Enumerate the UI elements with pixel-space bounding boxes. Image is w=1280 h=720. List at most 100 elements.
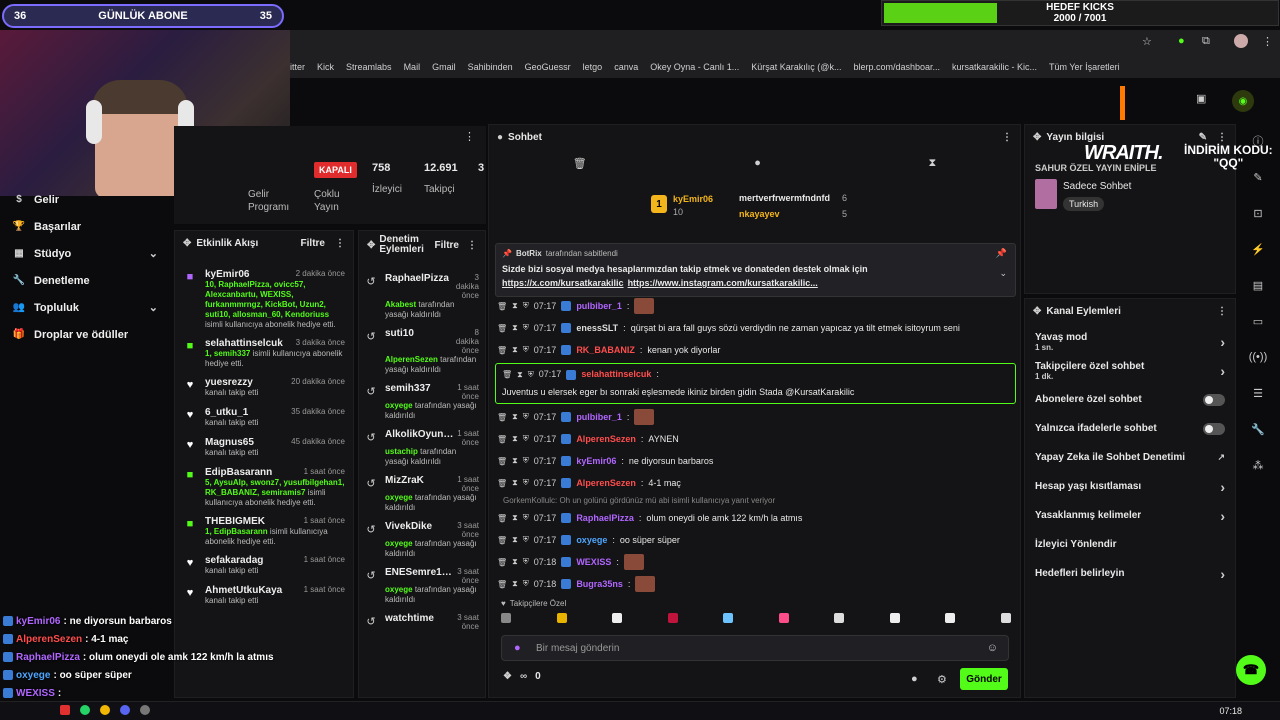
profile-avatar-icon[interactable] bbox=[1234, 34, 1248, 48]
drag-handle-icon[interactable]: ✥ bbox=[1033, 132, 1041, 143]
shield-icon[interactable]: ⛨ bbox=[523, 345, 529, 355]
database-icon[interactable]: ☰ bbox=[1247, 382, 1269, 404]
mod-menu-icon[interactable]: ⋮ bbox=[467, 240, 477, 251]
delete-message-icon[interactable]: 🗑 bbox=[497, 558, 507, 567]
message-username[interactable]: RaphaelPizza bbox=[576, 513, 634, 523]
moderation-user[interactable]: watchtime bbox=[385, 613, 434, 631]
message-username[interactable]: enessSLT bbox=[576, 323, 618, 333]
channel-action-item[interactable]: Yapay Zeka ile Sohbet Denetimi ↗ bbox=[1025, 443, 1235, 472]
bookmark-item[interactable]: Tüm Yer İşaretleri bbox=[1049, 62, 1120, 72]
timeout-icon[interactable]: ⧗ bbox=[512, 412, 518, 422]
delete-message-icon[interactable]: 🗑 bbox=[497, 479, 507, 488]
activity-user[interactable]: kyEmir06 bbox=[205, 269, 249, 280]
support-chat-button[interactable]: ☎ bbox=[1236, 655, 1266, 685]
chat-tab-icon[interactable]: ● bbox=[754, 157, 761, 169]
chat-input-placeholder[interactable]: Bir mesaj gönderin bbox=[536, 643, 619, 654]
delete-message-icon[interactable]: 🗑 bbox=[497, 346, 507, 355]
dashboard-icon[interactable]: ▣ bbox=[1196, 92, 1206, 105]
channel-action-item[interactable]: Yavaş mod 1 sn. › bbox=[1025, 327, 1235, 356]
moderation-user[interactable]: semih337 bbox=[385, 383, 431, 401]
message-username[interactable]: WEXISS bbox=[576, 557, 611, 567]
timeout-icon[interactable]: ⧗ bbox=[512, 323, 518, 333]
bookmark-item[interactable]: itter bbox=[290, 62, 305, 72]
moderation-user[interactable]: ENESemre1234 bbox=[385, 567, 454, 585]
bookmark-item[interactable]: Gmail bbox=[432, 62, 456, 72]
activity-user[interactable]: selahattinselcuk bbox=[205, 338, 283, 349]
activity-user[interactable]: yuesrezzy bbox=[205, 377, 253, 388]
timeout-icon[interactable]: ⧗ bbox=[517, 368, 523, 381]
nav-item-4[interactable]: 👥 Topluluk ⌄ bbox=[0, 294, 172, 321]
toggle-switch[interactable] bbox=[1203, 422, 1225, 435]
message-username[interactable]: pulbiber_1 bbox=[576, 412, 622, 422]
nav-item-5[interactable]: 🎁 Droplar ve ödüller bbox=[0, 321, 172, 348]
chevron-right-icon[interactable]: › bbox=[1220, 479, 1225, 495]
activity-filter-button[interactable]: Filtre bbox=[301, 238, 325, 249]
unpin-icon[interactable]: 📌 bbox=[996, 248, 1007, 259]
share-icon[interactable]: ⁂ bbox=[1247, 454, 1269, 476]
emote-icon[interactable] bbox=[501, 613, 511, 623]
shield-icon[interactable]: ⛨ bbox=[523, 434, 529, 444]
emote-icon[interactable] bbox=[945, 613, 956, 623]
emote-icon[interactable] bbox=[834, 613, 845, 623]
drag-handle-icon[interactable]: ✥ bbox=[183, 238, 191, 249]
moderation-user[interactable]: VivekDike bbox=[385, 521, 432, 539]
emote-icon[interactable] bbox=[723, 613, 734, 623]
stats-menu-icon[interactable]: ⋮ bbox=[464, 130, 475, 143]
chevron-down-icon[interactable]: ⌄ bbox=[999, 268, 1007, 279]
channel-action-item[interactable]: Yalnızca ifadelerle sohbet bbox=[1025, 414, 1235, 443]
chevron-right-icon[interactable]: › bbox=[1220, 334, 1225, 350]
broadcast-icon[interactable]: ((•)) bbox=[1247, 346, 1269, 368]
channel-action-item[interactable]: Takipçilere özel sohbet 1 dk. › bbox=[1025, 356, 1235, 385]
browser-menu-icon[interactable]: ⋮ bbox=[1262, 35, 1273, 48]
pencil-icon[interactable]: ✎ bbox=[1247, 166, 1269, 188]
extension-icon[interactable]: ● bbox=[1178, 35, 1185, 47]
message-username[interactable]: Bugra35ns bbox=[576, 579, 623, 589]
shield-icon[interactable]: ⛨ bbox=[523, 557, 529, 567]
send-button[interactable]: Gönder bbox=[960, 668, 1008, 690]
external-link-icon[interactable]: ↗ bbox=[1217, 452, 1225, 463]
mic-icon[interactable]: ● bbox=[514, 642, 521, 654]
channel-action-item[interactable]: İzleyici Yönlendir bbox=[1025, 530, 1235, 559]
timeout-icon[interactable]: ⧗ bbox=[512, 434, 518, 444]
activity-user[interactable]: EdipBasarann bbox=[205, 467, 272, 478]
toggle-switch[interactable] bbox=[1203, 393, 1225, 406]
moderation-user[interactable]: MizZraK bbox=[385, 475, 424, 493]
nav-item-3[interactable]: 🔧 Denetleme bbox=[0, 267, 172, 294]
message-username[interactable]: pulbiber_1 bbox=[576, 301, 622, 311]
channel-action-item[interactable]: Abonelere özel sohbet bbox=[1025, 385, 1235, 414]
trash-icon[interactable]: 🗑 bbox=[573, 157, 587, 170]
delete-message-icon[interactable]: 🗑 bbox=[497, 580, 507, 589]
info-icon[interactable]: ⓘ bbox=[1247, 130, 1269, 152]
chevron-down-icon[interactable]: ⌄ bbox=[149, 301, 158, 314]
delete-message-icon[interactable]: 🗑 bbox=[497, 324, 507, 333]
bookmark-item[interactable]: canva bbox=[614, 62, 638, 72]
app-icon[interactable] bbox=[60, 705, 70, 715]
bookmark-item[interactable]: blerp.com/dashboar... bbox=[853, 62, 940, 72]
pinned-link-x[interactable]: https://x.com/kursatkarakilic bbox=[502, 278, 624, 288]
bookmark-item[interactable]: GeoGuessr bbox=[525, 62, 571, 72]
browser-url-bar[interactable]: ☆ ● ⧉ ⋮ bbox=[290, 30, 1280, 56]
chevron-right-icon[interactable]: › bbox=[1220, 508, 1225, 524]
shield-icon[interactable]: ⛨ bbox=[523, 323, 529, 333]
infinity-icon[interactable]: ∞ bbox=[520, 671, 527, 682]
nav-item-0[interactable]: $ Gelir bbox=[0, 186, 172, 213]
shield-icon[interactable]: ⛨ bbox=[528, 368, 534, 381]
channel-action-item[interactable]: Yasaklanmış kelimeler › bbox=[1025, 501, 1235, 530]
timeout-icon[interactable]: ⧗ bbox=[512, 478, 518, 488]
hourglass-icon[interactable]: ⧗ bbox=[928, 157, 936, 170]
edit-icon[interactable]: ✎ bbox=[1199, 132, 1207, 143]
chevron-right-icon[interactable]: › bbox=[1220, 566, 1225, 582]
screenshot-icon[interactable]: ⊡ bbox=[1247, 202, 1269, 224]
nav-item-1[interactable]: 🏆 Başarılar bbox=[0, 213, 172, 240]
clipboard-icon[interactable]: ▤ bbox=[1247, 274, 1269, 296]
timeout-icon[interactable]: ⧗ bbox=[512, 513, 518, 523]
shield-icon[interactable]: ⛨ bbox=[523, 579, 529, 589]
chevron-right-icon[interactable]: › bbox=[1220, 363, 1225, 379]
channel-action-item[interactable]: Hedefleri belirleyin › bbox=[1025, 559, 1235, 588]
timeout-icon[interactable]: ⧗ bbox=[512, 535, 518, 545]
emote-icon[interactable] bbox=[556, 613, 567, 623]
channel-action-item[interactable]: Hesap yaşı kısıtlaması › bbox=[1025, 472, 1235, 501]
shield-icon[interactable]: ⛨ bbox=[523, 301, 529, 311]
shield-icon[interactable]: ⛨ bbox=[523, 456, 529, 466]
gear-icon[interactable]: ⚙ bbox=[937, 673, 947, 686]
